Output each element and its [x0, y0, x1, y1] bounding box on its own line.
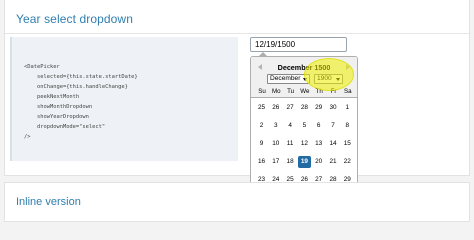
day-name: We [300, 88, 310, 95]
page: Year select dropdown <DatePicker selecte… [0, 0, 474, 222]
code-line: peekNextMonth [24, 94, 80, 100]
code-line: onChange={this.handleChange} [24, 84, 128, 90]
calendar-day[interactable]: 4 [284, 120, 297, 132]
code-line: dropdownMode="select" [24, 124, 106, 130]
calendar-day[interactable]: 17 [269, 156, 282, 168]
calendar-day[interactable]: 30 [327, 102, 340, 114]
section-title: Year select dropdown [16, 12, 133, 26]
calendar-day[interactable]: 9 [255, 138, 268, 150]
code-block: <DatePicker selected={this.state.startDa… [10, 37, 238, 161]
day-name: Su [258, 88, 266, 95]
code-line: showYearDropdown [24, 114, 89, 120]
code-line: <DatePicker [24, 64, 60, 70]
calendar-day[interactable]: 7 [327, 120, 340, 132]
highlight-annotation [304, 58, 354, 91]
inline-section: Inline version [4, 182, 470, 222]
calendar-day[interactable]: 13 [312, 138, 325, 150]
day-name: Mo [271, 88, 281, 95]
calendar-day[interactable]: 5 [298, 120, 311, 132]
section-divider [5, 33, 469, 34]
calendar-day[interactable]: 26 [269, 102, 282, 114]
calendar-day[interactable]: 6 [312, 120, 325, 132]
calendar-day[interactable]: 25 [255, 102, 268, 114]
code-line: selected={this.state.startDate} [24, 74, 138, 80]
code-line: /> [24, 134, 31, 140]
calendar-day[interactable]: 20 [312, 156, 325, 168]
calendar-day[interactable]: 22 [341, 156, 354, 168]
month-select-value: December [270, 75, 301, 82]
calendar-day[interactable]: 2 [255, 120, 268, 132]
calendar-day[interactable]: 1 [341, 102, 354, 114]
calendar-day[interactable]: 29 [312, 102, 325, 114]
day-name: Sa [344, 88, 352, 95]
calendar-day[interactable]: 19 [297, 156, 311, 168]
calendar-day[interactable]: 8 [341, 120, 354, 132]
calendar-day[interactable]: 15 [341, 138, 354, 150]
year-select-section: Year select dropdown <DatePicker selecte… [4, 0, 470, 176]
calendar-day[interactable]: 28 [298, 102, 311, 114]
date-input[interactable] [250, 37, 347, 52]
calendar-day[interactable]: 21 [327, 156, 340, 168]
calendar-day[interactable]: 10 [269, 138, 282, 150]
calendar-day[interactable]: 16 [255, 156, 268, 168]
code-line: showMonthDropdown [24, 104, 93, 110]
calendar-day[interactable]: 12 [298, 138, 311, 150]
calendar-day[interactable]: 27 [284, 102, 297, 114]
calendar-day[interactable]: 18 [284, 156, 297, 168]
calendar-day[interactable]: 3 [269, 120, 282, 132]
calendar-day[interactable]: 11 [284, 138, 297, 150]
calendar-day[interactable]: 14 [327, 138, 340, 150]
inline-section-title: Inline version [16, 196, 81, 208]
day-name: Tu [287, 88, 295, 95]
